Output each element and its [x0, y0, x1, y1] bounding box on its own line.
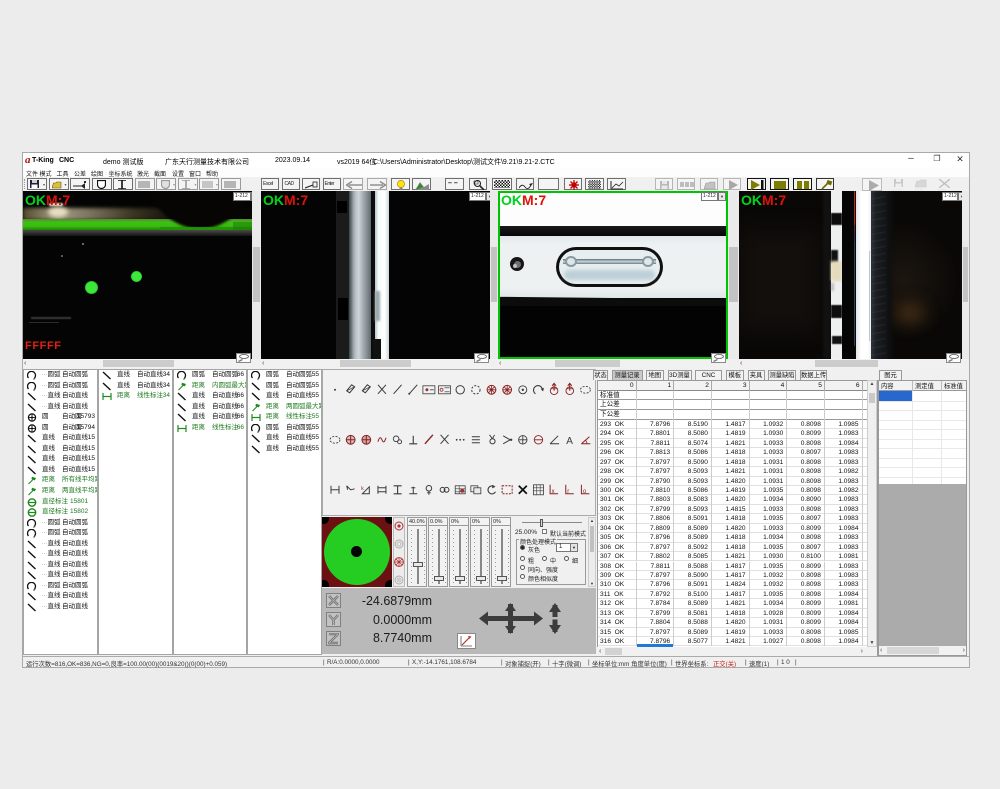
svg-text:r: r	[567, 489, 569, 495]
svg-text:A: A	[566, 436, 573, 446]
svg-text:k: k	[361, 486, 364, 492]
svg-text:x: x	[552, 489, 555, 495]
